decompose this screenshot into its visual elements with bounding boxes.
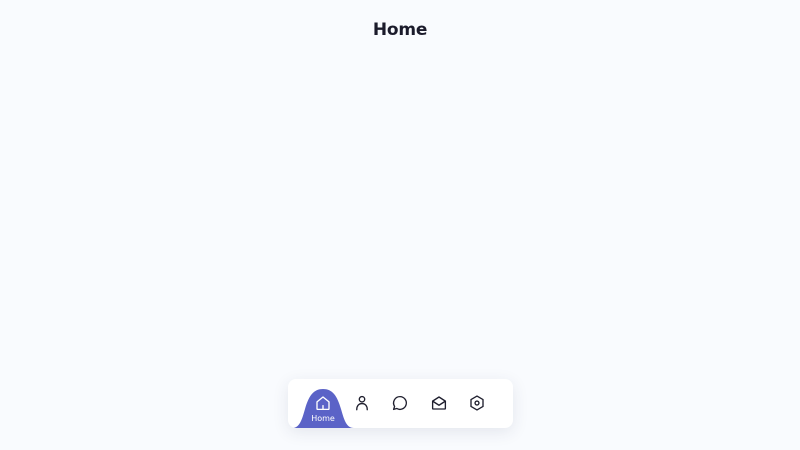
settings-icon bbox=[470, 395, 484, 411]
mail-icon bbox=[431, 396, 447, 410]
tab-home-label: Home bbox=[311, 414, 335, 423]
chat-icon bbox=[392, 395, 408, 411]
page-title: Home bbox=[372, 20, 428, 40]
home-icon bbox=[316, 396, 330, 411]
app-screen: Home Home bbox=[0, 0, 800, 450]
tab-settings[interactable] bbox=[459, 379, 495, 428]
user-icon bbox=[356, 395, 368, 411]
tab-mail[interactable] bbox=[421, 379, 457, 428]
tab-messages[interactable] bbox=[382, 379, 418, 428]
tab-home[interactable]: Home bbox=[305, 379, 341, 428]
tab-profile[interactable] bbox=[344, 379, 380, 428]
bottom-tab-bar: Home bbox=[288, 379, 513, 428]
